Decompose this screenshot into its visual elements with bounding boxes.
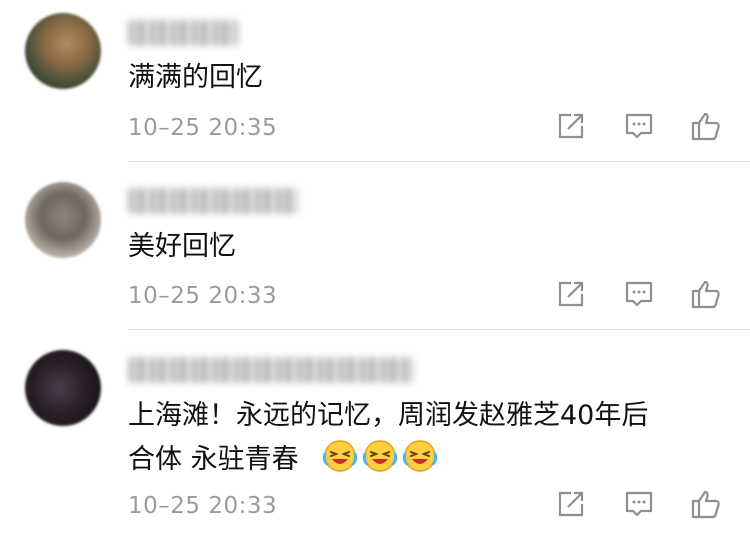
share-button[interactable]	[555, 278, 587, 310]
reply-icon	[625, 491, 653, 517]
comment-text: 满满的回忆	[128, 56, 728, 100]
like-button[interactable]	[690, 488, 722, 520]
comment-actions	[0, 278, 750, 318]
username-blurred[interactable]	[128, 20, 238, 46]
like-button[interactable]	[690, 110, 722, 142]
comment-item: 满满的回忆 10–25 20:35	[0, 0, 750, 162]
comment-text-line: 满满的回忆	[128, 62, 263, 93]
laughing-tears-icon	[322, 438, 358, 474]
comment-text-line: 合体 永驻青春	[128, 444, 299, 475]
username-blurred[interactable]	[128, 188, 298, 214]
comment-list: 满满的回忆 10–25 20:35 美好回忆 10–25 20:33 上海滩！永…	[0, 0, 750, 537]
share-icon	[558, 113, 584, 139]
username-blurred[interactable]	[128, 357, 413, 383]
thumbs-up-icon	[691, 280, 720, 309]
reply-icon	[625, 113, 653, 139]
comment-text-line: 上海滩！永远的记忆，周润发赵雅芝40年后	[128, 400, 649, 431]
like-button[interactable]	[690, 278, 722, 310]
avatar[interactable]	[25, 182, 101, 258]
laughing-tears-icon	[402, 438, 438, 474]
avatar[interactable]	[25, 350, 101, 426]
comment-item: 上海滩！永远的记忆，周润发赵雅芝40年后 合体 永驻青春 10–25 20:33	[0, 330, 750, 537]
reply-button[interactable]	[623, 110, 655, 142]
comment-text-line-2: 合体 永驻青春	[128, 438, 728, 482]
share-icon	[558, 281, 584, 307]
laughing-tears-icon	[362, 438, 398, 474]
reply-icon	[625, 281, 653, 307]
avatar[interactable]	[25, 13, 101, 89]
share-button[interactable]	[555, 488, 587, 520]
comment-item: 美好回忆 10–25 20:33	[0, 162, 750, 330]
reply-button[interactable]	[623, 278, 655, 310]
share-icon	[558, 491, 584, 517]
comment-text: 美好回忆	[128, 225, 728, 269]
share-button[interactable]	[555, 110, 587, 142]
reply-button[interactable]	[623, 488, 655, 520]
comment-text-line: 美好回忆	[128, 231, 236, 262]
comment-actions	[0, 488, 750, 528]
comment-text: 上海滩！永远的记忆，周润发赵雅芝40年后 合体 永驻青春	[128, 394, 728, 482]
comment-actions	[0, 110, 750, 150]
thumbs-up-icon	[691, 490, 720, 519]
thumbs-up-icon	[691, 112, 720, 141]
